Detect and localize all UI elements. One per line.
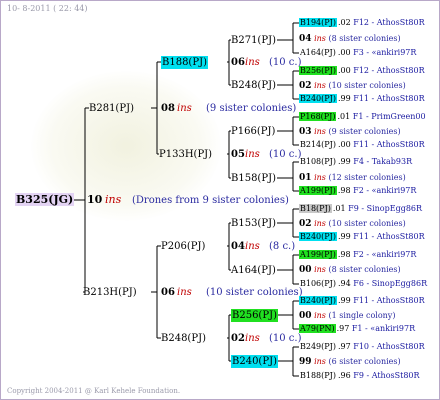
subject-ins-mark: ins bbox=[105, 193, 122, 206]
gen2-node-1-year: 06 bbox=[231, 57, 245, 68]
gen4-row-13[interactable]: B18(PJ) .01 F9 - SinopEgg86R bbox=[299, 202, 422, 216]
gen2-node-3-note: (8 c.) bbox=[269, 241, 296, 252]
gen2-node-3[interactable]: P206(PJ) bbox=[161, 240, 205, 253]
gen4-row-16[interactable]: A199(PJ) .98 F2 - «ankiri97R bbox=[299, 248, 416, 262]
gen4-row-17: 00 ins (8 sister colonies) bbox=[299, 265, 401, 275]
gen4-row-11: 01 ins (12 sister colonies) bbox=[299, 173, 406, 183]
gen3-node-2[interactable]: B248(PJ) bbox=[231, 79, 276, 92]
gen4-row-21[interactable]: A79(PN) .97 F1 - «ankiri97R bbox=[299, 322, 415, 336]
gen2-node-2[interactable]: P133H(PJ) bbox=[159, 148, 212, 161]
copyright-footer: Copyright 2004-2011 @ Karl Kehele Founda… bbox=[7, 387, 181, 395]
sire-label[interactable]: B281(PJ) bbox=[89, 102, 134, 115]
subject-drones-note: (Drones from 9 sister colonies) bbox=[132, 195, 289, 206]
gen4-row-3[interactable]: A164(PJ) .00 F3 - «ankiri97R bbox=[299, 46, 416, 60]
gen4-row-18[interactable]: B106(PJ) .94 F6 - SinopEgg86R bbox=[299, 277, 427, 291]
subject-year: 10 bbox=[87, 193, 103, 206]
gen2-node-3-year: 04 bbox=[231, 241, 245, 252]
gen2-node-1-note: (10 c.) bbox=[269, 57, 302, 68]
sire-year: 08 bbox=[161, 103, 175, 114]
gen4-row-2: 04 ins (8 sister colonies) bbox=[299, 34, 401, 44]
gen4-row-9[interactable]: B214(PJ) .00 F11 - AthosSt80R bbox=[299, 138, 425, 152]
subject-queen-label[interactable]: B325(JG) bbox=[15, 193, 75, 206]
gen2-node-4-ins: ins bbox=[245, 333, 260, 344]
gen4-row-19[interactable]: B240(PJ) .99 F11 - AthosSt80R bbox=[299, 294, 425, 308]
gen4-row-10[interactable]: B108(PJ) .99 F4 - Takab93R bbox=[299, 155, 412, 169]
gen2-node-1-ins: ins bbox=[245, 57, 260, 68]
gen4-row-22[interactable]: B249(PJ) .97 F10 - AthosSt80R bbox=[299, 340, 425, 354]
gen4-row-14: 02 ins (10 sister colonies) bbox=[299, 219, 406, 229]
gen3-node-5[interactable]: B153(PJ) bbox=[231, 217, 276, 230]
gen4-row-8: 03 ins (9 sister colonies) bbox=[299, 127, 401, 137]
gen4-row-24[interactable]: B188(PJ) .96 F9 - AthosSt80R bbox=[299, 369, 420, 383]
pedigree-frame: 10- 8-2011 ( 22: 44) B325(JG) 10 ins (Dr… bbox=[0, 0, 440, 400]
gen2-node-4[interactable]: B248(PJ) bbox=[161, 332, 206, 345]
gen4-row-4[interactable]: B256(PJ) .00 F12 - AthosSt80R bbox=[299, 64, 425, 78]
gen4-row-12[interactable]: A199(PJ) .98 F2 - «ankiri97R bbox=[299, 184, 416, 198]
gen3-node-7[interactable]: B256(PJ) bbox=[231, 309, 278, 322]
gen4-row-23: 99 ins (6 sister colonies) bbox=[299, 357, 401, 367]
gen4-row-1[interactable]: B194(PJ) .02 F12 - AthosSt80R bbox=[299, 16, 425, 30]
gen4-row-15[interactable]: B240(PJ) .99 F11 - AthosSt80R bbox=[299, 230, 425, 244]
gen2-node-2-ins: ins bbox=[245, 149, 260, 160]
gen3-node-1[interactable]: B271(PJ) bbox=[231, 34, 276, 47]
gen4-row-6[interactable]: B240(PJ) .99 F11 - AthosSt80R bbox=[299, 92, 425, 106]
dam-label[interactable]: B213H(PJ) bbox=[83, 286, 137, 299]
gen2-node-3-ins: ins bbox=[245, 241, 260, 252]
dam-year: 06 bbox=[161, 287, 175, 298]
gen3-node-8[interactable]: B240(PJ) bbox=[231, 355, 278, 368]
gen3-node-3[interactable]: P166(PJ) bbox=[231, 125, 275, 138]
gen2-node-2-note: (10 c.) bbox=[269, 149, 302, 160]
gen4-row-5: 02 ins (10 sister colonies) bbox=[299, 81, 406, 91]
gen2-node-1[interactable]: B188(PJ) bbox=[161, 56, 208, 69]
gen4-row-7[interactable]: P168(PJ) .01 F1 - PrimGreen00 bbox=[299, 110, 426, 124]
gen3-node-4[interactable]: B158(PJ) bbox=[231, 172, 276, 185]
gen2-node-4-note: (10 c.) bbox=[269, 333, 302, 344]
dam-ins-mark: ins bbox=[177, 287, 192, 298]
gen3-node-6[interactable]: A164(PJ) bbox=[231, 264, 276, 277]
gen2-node-2-year: 05 bbox=[231, 149, 245, 160]
gen2-node-4-year: 02 bbox=[231, 333, 245, 344]
dam-sisters-note: (10 sister colonies) bbox=[206, 287, 303, 298]
sire-sisters-note: (9 sister colonies) bbox=[206, 103, 297, 114]
gen4-row-20: 00 ins (1 single colony) bbox=[299, 311, 396, 321]
sire-ins-mark: ins bbox=[177, 103, 192, 114]
